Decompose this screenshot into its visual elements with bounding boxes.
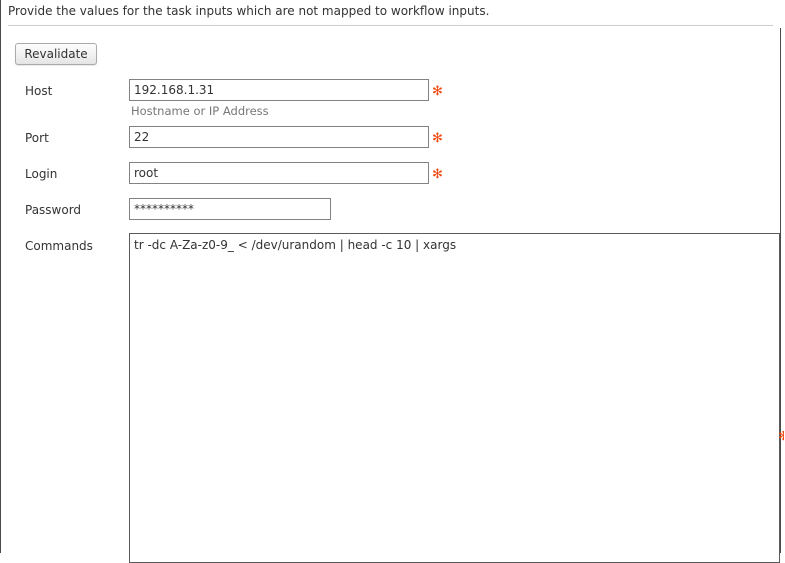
intro-instruction-text: Provide the values for the task inputs w… [8, 4, 490, 18]
commands-textarea[interactable]: tr -dc A-Za-z0-9_ < /dev/urandom | head … [129, 233, 780, 563]
field-hint-host: Hostname or IP Address [131, 104, 269, 118]
required-asterisk-icon-host: ✻ [432, 84, 443, 99]
field-label-host: Host [25, 84, 53, 98]
page-left-border [0, 0, 1, 553]
field-label-commands: Commands [25, 239, 93, 253]
required-asterisk-icon-commands: ✻ [778, 431, 784, 443]
required-asterisk-icon-port: ✻ [432, 131, 443, 146]
port-input[interactable] [129, 126, 429, 148]
required-asterisk-icon-login: ✻ [432, 167, 443, 182]
field-label-login: Login [25, 167, 58, 181]
page-right-border [780, 28, 781, 553]
header-divider [8, 25, 773, 26]
field-label-port: Port [25, 131, 49, 145]
login-input[interactable] [129, 162, 429, 184]
revalidate-button[interactable]: Revalidate [15, 43, 97, 65]
host-input[interactable] [129, 79, 429, 101]
field-label-password: Password [25, 203, 82, 217]
password-input[interactable] [129, 198, 331, 220]
